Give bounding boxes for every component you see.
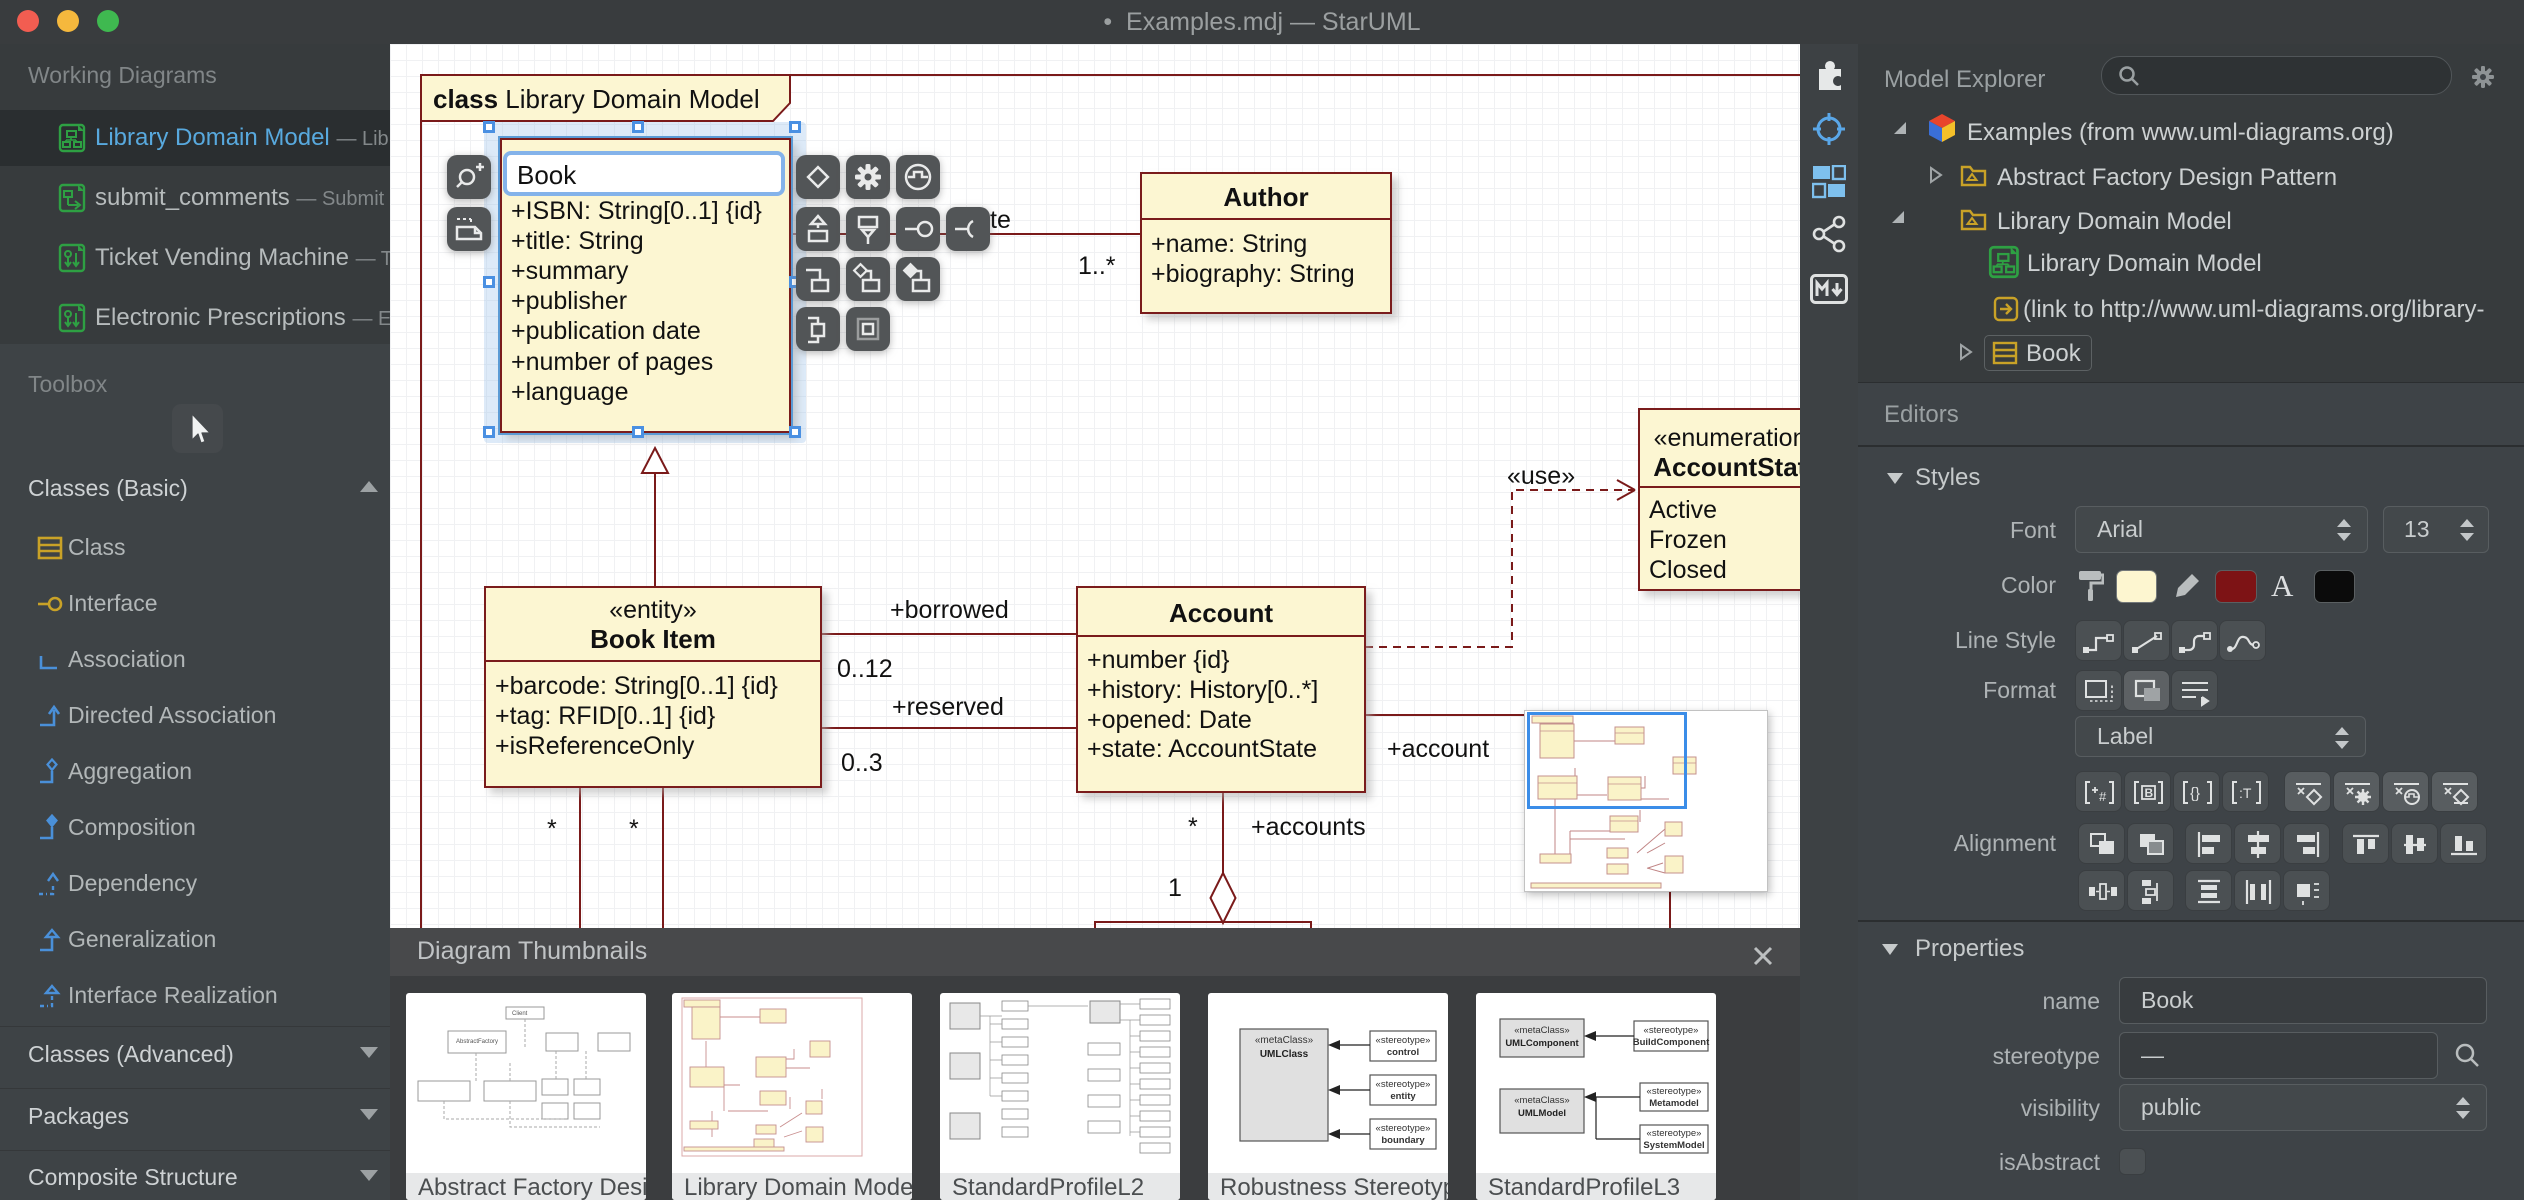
svg-text:«stereotype»: «stereotype» bbox=[1376, 1123, 1431, 1134]
svg-text:0..12: 0..12 bbox=[837, 655, 893, 683]
svg-text:«stereotype»: «stereotype» bbox=[1647, 1086, 1702, 1097]
svg-text:Closed: Closed bbox=[1649, 556, 1727, 584]
svg-text::T: :T bbox=[2239, 785, 2252, 801]
svg-text:+publisher: +publisher bbox=[511, 287, 627, 315]
svg-text:*: * bbox=[1188, 813, 1198, 841]
svg-text:+reserved: +reserved bbox=[892, 693, 1004, 721]
svg-text:Active: Active bbox=[1649, 496, 1717, 524]
svg-text:AbstractFactory: AbstractFactory bbox=[456, 1039, 498, 1045]
svg-text:1: 1 bbox=[1168, 874, 1182, 902]
svg-text:Frozen: Frozen bbox=[1649, 526, 1727, 554]
svg-text:+biography: String: +biography: String bbox=[1151, 260, 1355, 288]
svg-text:«entity»: «entity» bbox=[609, 596, 697, 624]
svg-text:+title: String: +title: String bbox=[511, 227, 644, 255]
svg-text:+number {id}: +number {id} bbox=[1087, 646, 1229, 674]
svg-text:*: * bbox=[547, 815, 557, 843]
svg-text:+accounts: +accounts bbox=[1251, 813, 1366, 841]
svg-text:te: te bbox=[990, 206, 1011, 234]
svg-text:+state: AccountState: +state: AccountState bbox=[1087, 735, 1317, 763]
svg-text:«stereotype»: «stereotype» bbox=[1376, 1079, 1431, 1090]
svg-text:0..3: 0..3 bbox=[841, 749, 883, 777]
svg-text:Book Item: Book Item bbox=[590, 624, 716, 654]
svg-text:Client: Client bbox=[512, 1011, 528, 1017]
svg-text:+tag: RFID[0..1] {id}: +tag: RFID[0..1] {id} bbox=[495, 702, 715, 730]
svg-text:+history: History[0..*]: +history: History[0..*] bbox=[1087, 676, 1318, 704]
svg-text:«metaClass»: «metaClass» bbox=[1514, 1025, 1569, 1036]
svg-text:«use»: «use» bbox=[1507, 462, 1575, 490]
svg-text:1..*: 1..* bbox=[1078, 252, 1116, 280]
svg-text:#: # bbox=[2099, 789, 2107, 804]
svg-text:BuildComponent: BuildComponent bbox=[1633, 1037, 1710, 1048]
svg-text:*: * bbox=[629, 815, 639, 843]
svg-text:+isReferenceOnly: +isReferenceOnly bbox=[495, 732, 695, 760]
svg-text:SystemModel: SystemModel bbox=[1643, 1140, 1704, 1151]
svg-text:AccountState: AccountState bbox=[1653, 452, 1800, 482]
svg-text:entity: entity bbox=[1390, 1091, 1416, 1102]
svg-text:«stereotype»: «stereotype» bbox=[1376, 1035, 1431, 1046]
svg-text:+name: String: +name: String bbox=[1151, 230, 1307, 258]
svg-text:{}: {} bbox=[2190, 785, 2200, 802]
svg-text:+ISBN: String[0..1] {id}: +ISBN: String[0..1] {id} bbox=[511, 197, 762, 225]
svg-text:control: control bbox=[1387, 1047, 1419, 1058]
svg-text:+borrowed: +borrowed bbox=[890, 596, 1009, 624]
svg-text:Metamodel: Metamodel bbox=[1649, 1098, 1699, 1109]
svg-text:«stereotype»: «stereotype» bbox=[1647, 1128, 1702, 1139]
svg-text:+opened: Date: +opened: Date bbox=[1087, 706, 1252, 734]
svg-text:Account: Account bbox=[1169, 598, 1273, 628]
svg-text:UMLModel: UMLModel bbox=[1518, 1108, 1566, 1119]
svg-text:+barcode: String[0..1] {id}: +barcode: String[0..1] {id} bbox=[495, 672, 778, 700]
svg-text:+summary: +summary bbox=[511, 257, 629, 285]
svg-text:+account: +account bbox=[1387, 735, 1489, 763]
svg-text:«stereotype»: «stereotype» bbox=[1644, 1025, 1699, 1036]
svg-text:«metaClass»: «metaClass» bbox=[1514, 1095, 1569, 1106]
svg-text:UMLClass: UMLClass bbox=[1260, 1049, 1309, 1060]
svg-text:+publication date: +publication date bbox=[511, 317, 701, 345]
svg-text:+number of pages: +number of pages bbox=[511, 348, 713, 376]
svg-text:class Library Domain Model: class Library Domain Model bbox=[433, 84, 760, 114]
svg-text:UMLComponent: UMLComponent bbox=[1505, 1038, 1579, 1049]
svg-text:boundary: boundary bbox=[1381, 1135, 1425, 1146]
svg-text:B: B bbox=[2145, 786, 2154, 800]
svg-text:«metaClass»: «metaClass» bbox=[1255, 1035, 1314, 1046]
svg-text:Author: Author bbox=[1223, 182, 1308, 212]
svg-text:+language: +language bbox=[511, 378, 628, 406]
svg-text:«enumeration»: «enumeration» bbox=[1654, 424, 1800, 452]
